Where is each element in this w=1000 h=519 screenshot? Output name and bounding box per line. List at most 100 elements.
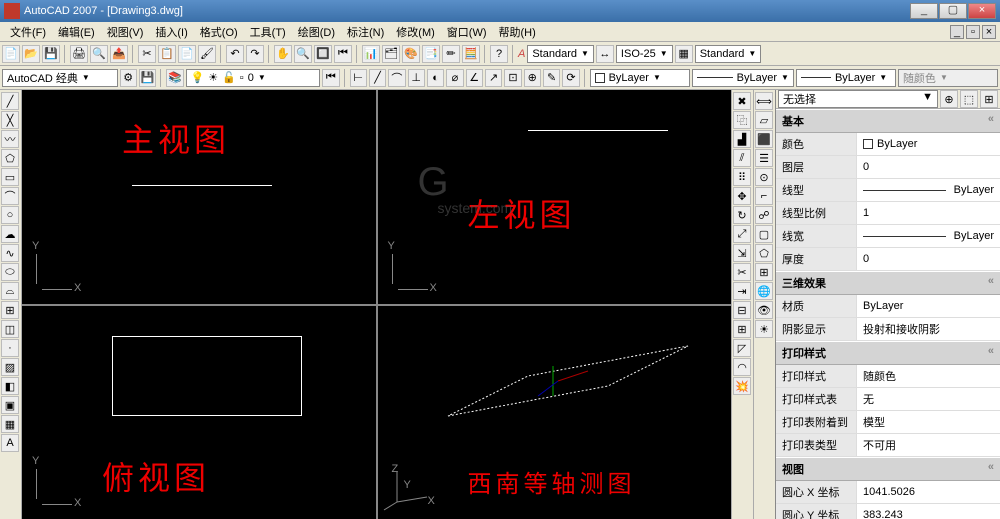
dim-radius-icon[interactable]: ◐	[427, 69, 444, 87]
table-icon[interactable]: ▦	[675, 45, 693, 63]
move-icon[interactable]: ✥	[733, 187, 751, 205]
viewport-top[interactable]: 俯视图 YX	[22, 306, 376, 519]
pickadd-icon[interactable]: ⊞	[980, 90, 998, 108]
xline-icon[interactable]: ╳	[1, 111, 19, 129]
dim-center-icon[interactable]: ⊕	[524, 69, 541, 87]
dim-arc-icon[interactable]: ⌒	[388, 69, 405, 87]
region-mass-icon[interactable]: ⬛	[755, 130, 773, 148]
property-row[interactable]: 线宽ByLayer	[776, 225, 1000, 248]
stretch-icon[interactable]: ⇲	[733, 244, 751, 262]
property-value[interactable]: 无	[856, 388, 1000, 410]
color-select[interactable]: ByLayer▼	[590, 69, 690, 87]
markup-icon[interactable]: ✏	[442, 45, 460, 63]
undo-icon[interactable]: ↶	[226, 45, 244, 63]
viewport-left[interactable]: 左视图 YX G system.com	[378, 90, 732, 304]
arc-icon[interactable]: ⌒	[1, 187, 19, 205]
selectobj-icon[interactable]: ⬚	[960, 90, 978, 108]
property-row[interactable]: 厚度0	[776, 248, 1000, 271]
dim-leader-icon[interactable]: ↗	[485, 69, 502, 87]
property-value[interactable]: ByLayer	[856, 179, 1000, 201]
copy-obj-icon[interactable]: ⿻	[733, 111, 751, 129]
line-icon[interactable]: ╱	[1, 92, 19, 110]
viewport-sw-iso[interactable]: 西南等轴测图 Z X Y	[378, 306, 732, 519]
property-value[interactable]: ByLayer	[856, 133, 1000, 155]
dim-aligned-icon[interactable]: ╱	[369, 69, 386, 87]
render-icon[interactable]: ☀	[755, 320, 773, 338]
property-row[interactable]: 打印表附着到模型	[776, 411, 1000, 434]
dim-ord-icon[interactable]: ⊥	[408, 69, 425, 87]
zoom-window-icon[interactable]: 🔲	[314, 45, 332, 63]
print-icon[interactable]: 🖨	[70, 45, 88, 63]
pan-icon[interactable]: ✋	[274, 45, 292, 63]
sheetset-icon[interactable]: 📑	[422, 45, 440, 63]
maximize-button[interactable]: ▢	[939, 3, 967, 19]
chamfer-icon[interactable]: ◸	[733, 339, 751, 357]
viewport-front[interactable]: 主视图 YX	[22, 90, 376, 304]
named-ucs-icon[interactable]: ☍	[755, 206, 773, 224]
property-row[interactable]: 圆心 X 坐标1041.5026	[776, 481, 1000, 504]
lineweight-select[interactable]: ByLayer▼	[796, 69, 896, 87]
property-value[interactable]: 模型	[856, 411, 1000, 433]
menu-file[interactable]: 文件(F)	[4, 22, 52, 42]
toolpalette-icon[interactable]: 🎨	[402, 45, 420, 63]
mirror-icon[interactable]: ▟	[733, 130, 751, 148]
dim-diameter-icon[interactable]: ⌀	[446, 69, 463, 87]
menu-edit[interactable]: 编辑(E)	[52, 22, 101, 42]
array-icon[interactable]: ⠿	[733, 168, 751, 186]
menu-tools[interactable]: 工具(T)	[244, 22, 292, 42]
property-row[interactable]: 打印表类型不可用	[776, 434, 1000, 457]
layer-mgr-icon[interactable]: 📚	[166, 69, 183, 87]
table-draw-icon[interactable]: ▦	[1, 415, 19, 433]
trim-icon[interactable]: ✂	[733, 263, 751, 281]
cut-icon[interactable]: ✂	[138, 45, 156, 63]
menu-dim[interactable]: 标注(N)	[341, 22, 390, 42]
plotstyle-select[interactable]: 随颜色▼	[898, 69, 998, 87]
rotate-icon[interactable]: ↻	[733, 206, 751, 224]
layer-prev-icon[interactable]: ⏮	[322, 69, 339, 87]
publish-icon[interactable]: 📤	[110, 45, 128, 63]
text-style-select[interactable]: Standard▼	[527, 45, 594, 63]
mdi-close-button[interactable]: ×	[982, 25, 996, 39]
property-value[interactable]: 随颜色	[856, 365, 1000, 387]
workspace-settings-icon[interactable]: ⚙	[120, 69, 137, 87]
property-value[interactable]: 投射和接收阴影	[856, 318, 1000, 340]
properties-icon[interactable]: 📊	[362, 45, 380, 63]
hide-icon[interactable]: 👁	[755, 301, 773, 319]
ellipse-icon[interactable]: ⬭	[1, 263, 19, 281]
mdi-restore-button[interactable]: ▫	[966, 25, 980, 39]
extend-icon[interactable]: ⇥	[733, 282, 751, 300]
menu-window[interactable]: 窗口(W)	[441, 22, 493, 42]
dist-icon[interactable]: ⟺	[755, 92, 773, 110]
mtext-icon[interactable]: A	[1, 434, 19, 452]
property-value[interactable]: 0	[856, 156, 1000, 178]
pline-icon[interactable]: 〰	[1, 130, 19, 148]
dc-icon[interactable]: 🗂	[382, 45, 400, 63]
fillet-icon[interactable]: ◠	[733, 358, 751, 376]
redo-icon[interactable]: ↷	[246, 45, 264, 63]
selection-select[interactable]: 无选择 ▼	[778, 90, 938, 108]
property-row[interactable]: 圆心 Y 坐标383.243	[776, 504, 1000, 519]
dim-update-icon[interactable]: ⟳	[562, 69, 579, 87]
vp-poly-icon[interactable]: ⬠	[755, 244, 773, 262]
dim-icon[interactable]: ↔	[596, 45, 614, 63]
preview-icon[interactable]: 🔍	[90, 45, 108, 63]
quickselect-icon[interactable]: ⊕	[940, 90, 958, 108]
property-row[interactable]: 颜色ByLayer	[776, 133, 1000, 156]
property-value[interactable]: 0	[856, 248, 1000, 270]
property-row[interactable]: 打印样式随颜色	[776, 365, 1000, 388]
property-value[interactable]: 1	[856, 202, 1000, 224]
workspace-select[interactable]: AutoCAD 经典▼	[2, 69, 118, 87]
paste-icon[interactable]: 📄	[178, 45, 196, 63]
save-icon[interactable]: 💾	[42, 45, 60, 63]
list-icon[interactable]: ☰	[755, 149, 773, 167]
menu-modify[interactable]: 修改(M)	[390, 22, 441, 42]
hatch-icon[interactable]: ▨	[1, 358, 19, 376]
menu-insert[interactable]: 插入(I)	[149, 22, 193, 42]
matchprop-icon[interactable]: 🖌	[198, 45, 216, 63]
join-icon[interactable]: ⊞	[733, 320, 751, 338]
workspace-save-icon[interactable]: 💾	[139, 69, 156, 87]
close-button[interactable]: ×	[968, 3, 996, 19]
section-basic[interactable]: 基本«	[776, 109, 1000, 133]
id-icon[interactable]: ⊙	[755, 168, 773, 186]
menu-format[interactable]: 格式(O)	[194, 22, 244, 42]
